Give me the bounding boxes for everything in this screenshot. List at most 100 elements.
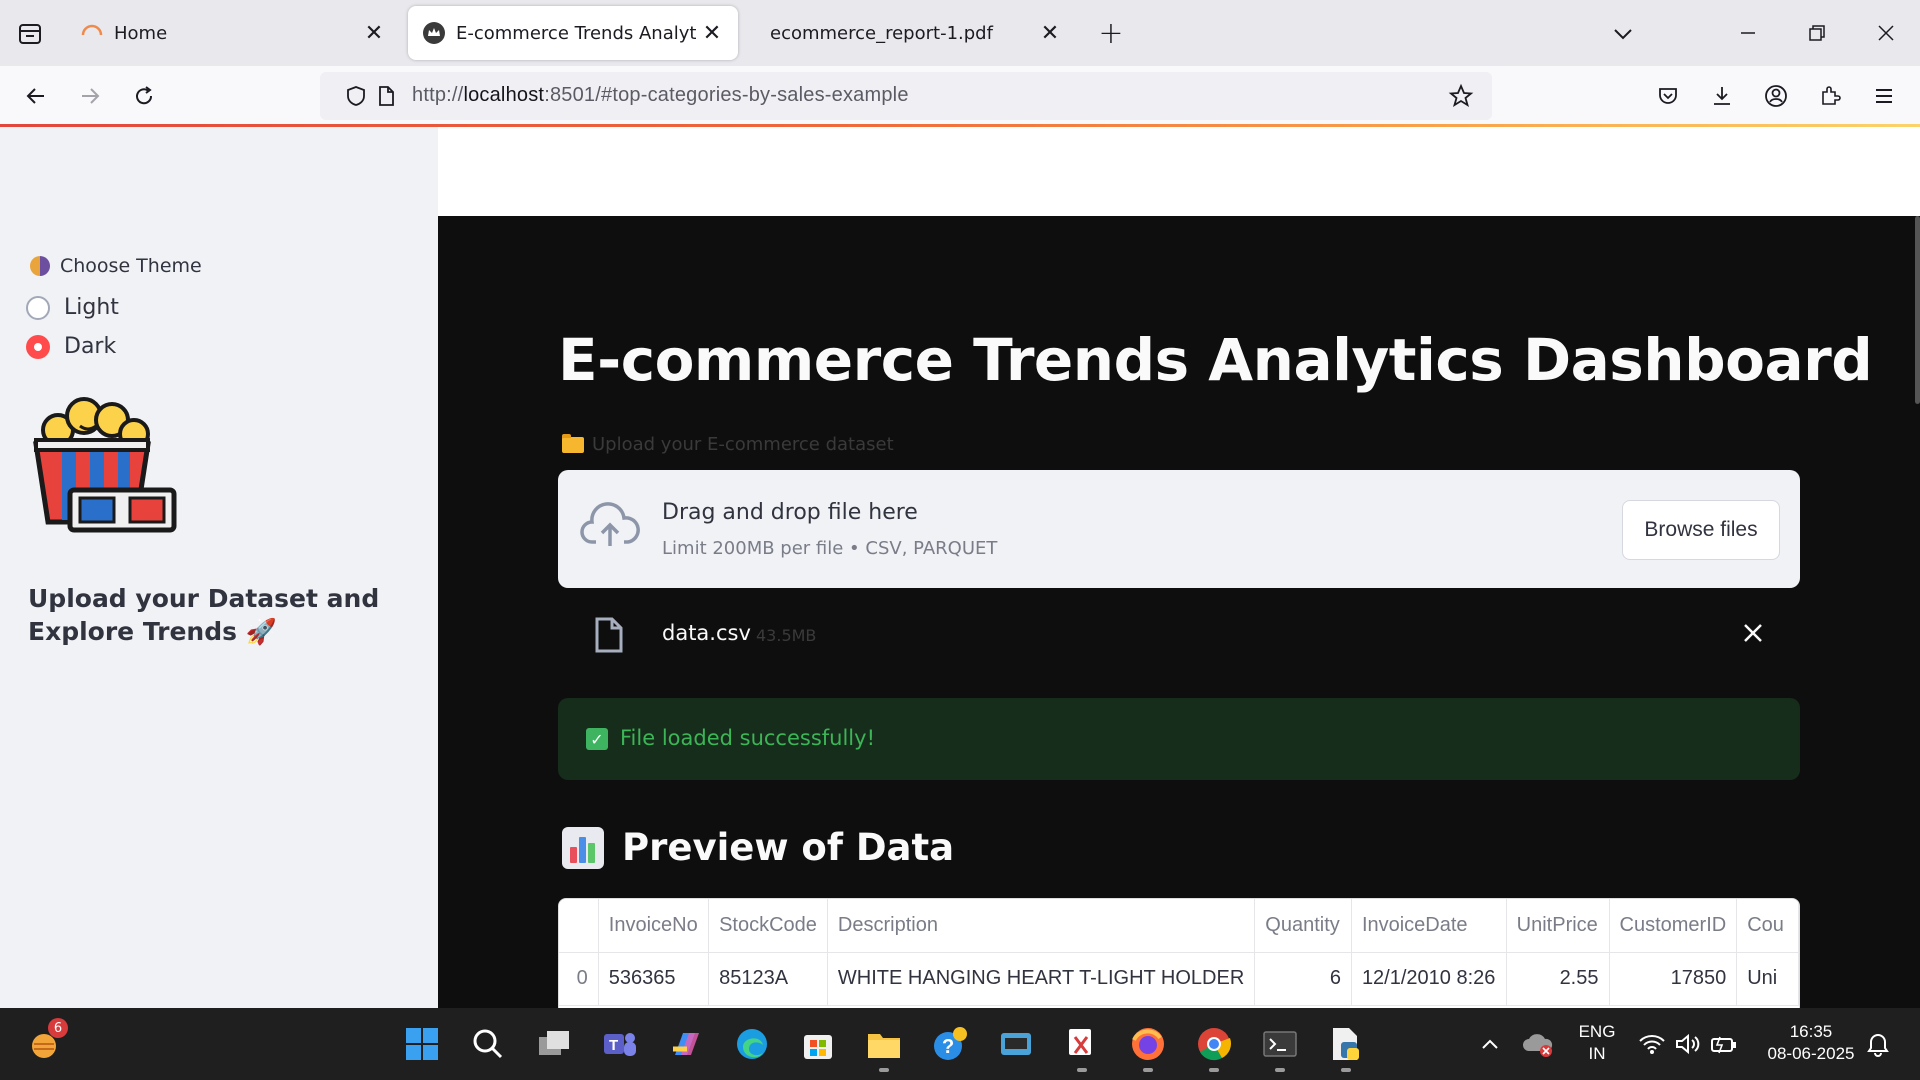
column-header[interactable]: Quantity bbox=[1254, 899, 1352, 953]
download-icon[interactable] bbox=[1704, 78, 1740, 114]
reload-icon[interactable] bbox=[126, 78, 162, 114]
column-header[interactable]: Description bbox=[827, 899, 1256, 953]
browse-files-button[interactable]: Browse files bbox=[1622, 500, 1780, 560]
windows-start-icon[interactable] bbox=[402, 1024, 442, 1064]
uploaded-file-name: data.csv bbox=[662, 621, 751, 645]
copilot-icon[interactable] bbox=[666, 1024, 706, 1064]
forward-arrow-icon[interactable] bbox=[72, 78, 108, 114]
main-content: E-commerce Trends Analytics Dashboard Up… bbox=[438, 216, 1920, 1008]
column-header[interactable]: UnitPrice bbox=[1506, 899, 1610, 953]
tab-ecommerce-report-pdf[interactable]: ecommerce_report-1.pdf ✕ bbox=[744, 6, 1076, 60]
cloud-upload-icon bbox=[580, 502, 640, 546]
theme-radio-light[interactable]: Light bbox=[26, 295, 119, 320]
data-preview-table[interactable]: InvoiceNo StockCode Description Quantity… bbox=[558, 898, 1800, 1008]
column-header[interactable]: InvoiceDate bbox=[1351, 899, 1507, 953]
table-cell[interactable]: 536365 bbox=[598, 952, 710, 1006]
table-cell[interactable]: 12/1/2010 8:26 bbox=[1351, 952, 1507, 1006]
python-file-icon[interactable] bbox=[1326, 1024, 1366, 1064]
main-header-strip bbox=[438, 127, 1920, 216]
table-cell[interactable]: 6 bbox=[1254, 952, 1352, 1006]
minimize-icon[interactable] bbox=[1728, 14, 1768, 52]
back-arrow-icon[interactable] bbox=[18, 78, 54, 114]
theme-radio-dark[interactable]: Dark bbox=[26, 334, 116, 359]
popcorn-3d-glasses-icon bbox=[33, 397, 177, 533]
pocket-icon[interactable] bbox=[1650, 78, 1686, 114]
table-header-row: InvoiceNo StockCode Description Quantity… bbox=[559, 899, 1799, 953]
column-header[interactable]: InvoiceNo bbox=[598, 899, 710, 953]
table-row[interactable]: 0 536365 85123A WHITE HANGING HEART T-LI… bbox=[559, 952, 1799, 1006]
url-text[interactable]: http://localhost:8501/#top-categories-by… bbox=[412, 84, 909, 107]
column-header[interactable]: CustomerID bbox=[1609, 899, 1738, 953]
table-cell[interactable]: WHITE HANGING HEART T-LIGHT HOLDER bbox=[827, 952, 1256, 1006]
page-title: E-commerce Trends Analytics Dashboard bbox=[558, 326, 1873, 394]
page-info-icon[interactable] bbox=[374, 84, 398, 112]
success-alert: ✓ File loaded successfully! bbox=[558, 698, 1800, 780]
table-cell[interactable]: 85123A bbox=[708, 952, 828, 1006]
account-icon[interactable] bbox=[1758, 78, 1794, 114]
new-tab-button[interactable]: + bbox=[1096, 16, 1126, 51]
extensions-icon[interactable] bbox=[1812, 78, 1848, 114]
dropzone-title: Drag and drop file here bbox=[662, 500, 918, 525]
column-header[interactable]: StockCode bbox=[708, 899, 828, 953]
menu-icon[interactable] bbox=[1866, 78, 1902, 114]
address-bar[interactable]: http://localhost:8501/#top-categories-by… bbox=[320, 72, 1492, 120]
edge-browser-icon[interactable] bbox=[732, 1024, 772, 1064]
success-message: File loaded successfully! bbox=[620, 726, 875, 750]
weather-widget-icon[interactable]: 6 bbox=[26, 1018, 68, 1064]
column-header[interactable]: Cou bbox=[1736, 899, 1799, 953]
volume-icon[interactable] bbox=[1668, 1024, 1708, 1064]
file-explorer-icon[interactable] bbox=[864, 1024, 904, 1064]
chevron-down-icon[interactable] bbox=[1608, 20, 1638, 48]
shield-icon[interactable] bbox=[344, 84, 368, 112]
keyboard-app-icon[interactable] bbox=[996, 1024, 1036, 1064]
notifications-bell-icon[interactable] bbox=[1858, 1024, 1898, 1064]
theme-label: Choose Theme bbox=[30, 255, 202, 277]
table-cell[interactable]: 17850 bbox=[1609, 952, 1738, 1006]
bookmark-star-icon[interactable] bbox=[1448, 83, 1474, 113]
row-index: 0 bbox=[559, 952, 599, 1006]
table-cell[interactable]: 2.55 bbox=[1506, 952, 1610, 1006]
scrollbar-thumb[interactable] bbox=[1915, 216, 1920, 404]
snipping-tool-icon[interactable] bbox=[1062, 1024, 1102, 1064]
language-indicator[interactable]: ENG IN bbox=[1568, 1021, 1626, 1065]
table-cell[interactable]: Uni bbox=[1736, 952, 1799, 1006]
wifi-icon[interactable] bbox=[1632, 1024, 1672, 1064]
tab-list-icon[interactable] bbox=[16, 20, 44, 48]
file-dropzone[interactable]: Drag and drop file here Limit 200MB per … bbox=[558, 470, 1800, 588]
preview-heading: Preview of Data bbox=[562, 826, 954, 869]
streamlit-loading-icon bbox=[80, 21, 104, 45]
chrome-icon[interactable] bbox=[1194, 1024, 1234, 1064]
microsoft-store-icon[interactable] bbox=[798, 1024, 838, 1064]
show-hidden-icons-chevron-up-icon[interactable] bbox=[1470, 1024, 1510, 1064]
navigation-bar: http://localhost:8501/#top-categories-by… bbox=[0, 66, 1920, 126]
task-view-icon[interactable] bbox=[534, 1024, 574, 1064]
close-window-icon[interactable] bbox=[1866, 14, 1906, 52]
moon-phase-icon bbox=[30, 256, 50, 276]
svg-text:T: T bbox=[609, 1037, 618, 1054]
terminal-icon[interactable] bbox=[1260, 1024, 1300, 1064]
remove-file-icon[interactable] bbox=[1738, 618, 1768, 648]
tab-ecommerce-trends[interactable]: E-commerce Trends Analytics ✕ bbox=[408, 6, 738, 60]
radio-circle[interactable] bbox=[26, 334, 50, 359]
radio-circle[interactable] bbox=[26, 295, 50, 320]
teams-icon[interactable]: T bbox=[600, 1024, 640, 1064]
column-header[interactable] bbox=[559, 899, 599, 953]
close-tab-icon[interactable]: ✕ bbox=[698, 19, 726, 47]
get-help-icon[interactable]: ? bbox=[930, 1024, 970, 1064]
battery-icon[interactable] bbox=[1704, 1024, 1744, 1064]
close-tab-icon[interactable]: ✕ bbox=[360, 19, 388, 47]
file-icon bbox=[595, 617, 623, 653]
sidebar-heading: Upload your Dataset and Explore Trends 🚀 bbox=[28, 584, 380, 646]
search-icon[interactable] bbox=[468, 1024, 508, 1064]
folder-icon bbox=[562, 433, 584, 453]
restore-icon[interactable] bbox=[1797, 14, 1837, 52]
tab-title: Home bbox=[114, 22, 168, 44]
dropzone-limit-text: Limit 200MB per file • CSV, PARQUET bbox=[662, 538, 998, 559]
firefox-icon[interactable] bbox=[1128, 1024, 1168, 1064]
close-tab-icon[interactable]: ✕ bbox=[1036, 19, 1064, 47]
onedrive-error-icon[interactable] bbox=[1518, 1024, 1558, 1064]
clock[interactable]: 16:35 08-06-2025 bbox=[1756, 1021, 1866, 1065]
bar-chart-icon bbox=[562, 826, 604, 869]
tab-title: E-commerce Trends Analytics bbox=[456, 22, 698, 44]
tab-home[interactable]: Home ✕ bbox=[66, 6, 400, 60]
